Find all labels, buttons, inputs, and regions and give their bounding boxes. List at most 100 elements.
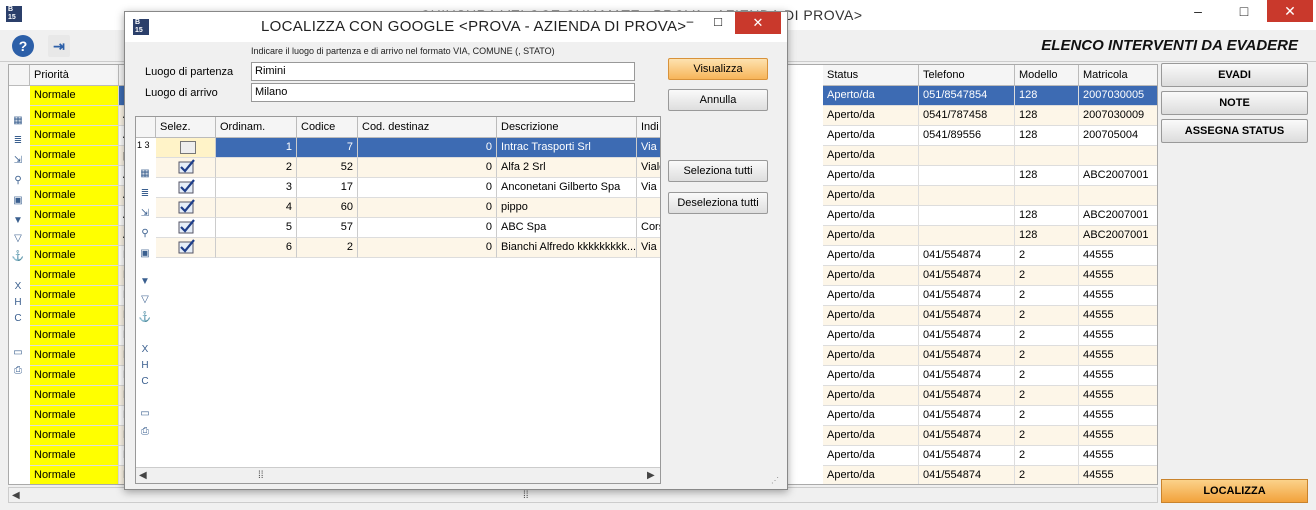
cell-modello[interactable]: 2 <box>1015 446 1079 466</box>
cell-modello[interactable]: 128 <box>1015 86 1079 106</box>
cell-status[interactable]: Aperto/da <box>823 346 919 366</box>
cell-priorita[interactable]: Normale <box>30 86 119 106</box>
cell-status[interactable]: Aperto/da <box>823 106 919 126</box>
cell-priorita[interactable]: Normale <box>30 206 119 226</box>
cell-matricola[interactable]: 44555 <box>1079 266 1157 286</box>
cell-matricola[interactable] <box>1079 186 1157 206</box>
cell-status[interactable]: Aperto/da <box>823 186 919 206</box>
search-icon[interactable]: ⚲ <box>138 228 152 240</box>
cell-telefono[interactable]: 041/554874 <box>919 466 1015 484</box>
cell-coddest[interactable]: 0 <box>358 158 497 178</box>
cell-matricola[interactable]: 44555 <box>1079 386 1157 406</box>
cell-descrizione[interactable]: Alfa 2 Srl <box>497 158 637 178</box>
selez-checkbox[interactable] <box>156 218 216 238</box>
filter-icon[interactable]: ▼ <box>11 215 25 227</box>
cell-codice[interactable]: 2 <box>297 238 358 258</box>
import-icon[interactable]: ⇲ <box>138 208 152 220</box>
export-csv-icon[interactable]: C <box>138 376 152 388</box>
cell-matricola[interactable]: 44555 <box>1079 466 1157 484</box>
cell-modello[interactable]: 128 <box>1015 166 1079 186</box>
visualizza-button[interactable]: Visualizza <box>668 58 768 80</box>
cell-status[interactable]: Aperto/da <box>823 306 919 326</box>
deseleziona-tutti-button[interactable]: Deseleziona tutti <box>668 192 768 214</box>
print-icon[interactable]: ⎙ <box>138 426 152 438</box>
cell-telefono[interactable] <box>919 146 1015 166</box>
col-matricola[interactable]: Matricola <box>1079 65 1157 86</box>
cell-status[interactable]: Aperto/da <box>823 286 919 306</box>
cell-matricola[interactable]: 2007030005 <box>1079 86 1157 106</box>
cell-indirizzo[interactable]: Viale <box>637 158 660 178</box>
cell-status[interactable]: Aperto/da <box>823 386 919 406</box>
annulla-button[interactable]: Annulla <box>668 89 768 111</box>
cell-matricola[interactable]: 2007030009 <box>1079 106 1157 126</box>
selez-checkbox[interactable] <box>156 198 216 218</box>
cell-priorita[interactable]: Normale <box>30 186 119 206</box>
cell-matricola[interactable]: ABC2007001 <box>1079 226 1157 246</box>
cell-status[interactable]: Aperto/da <box>823 426 919 446</box>
cell-matricola[interactable]: ABC2007001 <box>1079 206 1157 226</box>
cell-telefono[interactable] <box>919 206 1015 226</box>
evadi-button[interactable]: EVADI <box>1161 63 1308 87</box>
cell-coddest[interactable]: 0 <box>358 138 497 158</box>
help-icon[interactable]: ? <box>12 35 34 57</box>
cell-modello[interactable]: 128 <box>1015 226 1079 246</box>
cell-descrizione[interactable]: Anconetani Gilberto Spa <box>497 178 637 198</box>
cell-telefono[interactable]: 051/8547854 <box>919 86 1015 106</box>
cell-ordinam[interactable]: 1 <box>216 138 297 158</box>
cell-ordinam[interactable]: 5 <box>216 218 297 238</box>
cell-telefono[interactable]: 041/554874 <box>919 386 1015 406</box>
cell-priorita[interactable]: Normale <box>30 426 119 446</box>
dialog-close-button[interactable]: ✕ <box>735 12 781 34</box>
assegna-status-button[interactable]: ASSEGNA STATUS <box>1161 119 1308 143</box>
export-html-icon[interactable]: H <box>11 297 25 309</box>
resize-grip-icon[interactable]: ⋰ <box>771 476 779 485</box>
import-icon[interactable]: ⇲ <box>11 155 25 167</box>
cell-priorita[interactable]: Normale <box>30 406 119 426</box>
cell-modello[interactable]: 2 <box>1015 266 1079 286</box>
cell-modello[interactable]: 128 <box>1015 106 1079 126</box>
cell-status[interactable]: Aperto/da <box>823 406 919 426</box>
cell-status[interactable]: Aperto/da <box>823 326 919 346</box>
cell-modello[interactable] <box>1015 146 1079 166</box>
cell-descrizione[interactable]: Bianchi Alfredo kkkkkkkkk... <box>497 238 637 258</box>
cell-ordinam[interactable]: 4 <box>216 198 297 218</box>
cell-matricola[interactable]: 44555 <box>1079 246 1157 266</box>
cell-codice[interactable]: 7 <box>297 138 358 158</box>
selez-checkbox[interactable] <box>156 158 216 178</box>
col-modello[interactable]: Modello <box>1015 65 1079 86</box>
dialog-restore-icon[interactable]: – <box>680 14 700 32</box>
cell-modello[interactable]: 128 <box>1015 206 1079 226</box>
col-codice[interactable]: Codice <box>297 117 358 138</box>
col-telefono[interactable]: Telefono <box>919 65 1015 86</box>
anchor-icon[interactable]: ⚓ <box>138 312 152 324</box>
scroll-grip-icon[interactable]: ⁞⁞ <box>523 490 529 501</box>
cell-modello[interactable]: 2 <box>1015 346 1079 366</box>
cell-priorita[interactable]: Normale <box>30 246 119 266</box>
cell-codice[interactable]: 52 <box>297 158 358 178</box>
arrivo-input[interactable]: Milano <box>251 83 635 102</box>
cell-telefono[interactable]: 041/554874 <box>919 306 1015 326</box>
col-selez[interactable]: Selez. <box>156 117 216 138</box>
cell-telefono[interactable]: 0541/89556 <box>919 126 1015 146</box>
minimize-button[interactable]: – <box>1175 0 1221 22</box>
col-ordinam[interactable]: Ordinam. <box>216 117 297 138</box>
cell-priorita[interactable]: Normale <box>30 306 119 326</box>
cell-status[interactable]: Aperto/da <box>823 206 919 226</box>
monitor-icon[interactable]: ▭ <box>11 347 25 359</box>
destinazioni-grid[interactable]: Selez. Ordinam. Codice Cod. destinaz Des… <box>135 116 661 484</box>
anchor-icon[interactable]: ⚓ <box>11 251 25 263</box>
cell-matricola[interactable]: 44555 <box>1079 406 1157 426</box>
cell-indirizzo[interactable]: Via E <box>637 138 660 158</box>
cell-telefono[interactable]: 041/554874 <box>919 346 1015 366</box>
cell-modello[interactable]: 128 <box>1015 126 1079 146</box>
cell-status[interactable]: Aperto/da <box>823 246 919 266</box>
cell-priorita[interactable]: Normale <box>30 266 119 286</box>
cell-priorita[interactable]: Normale <box>30 366 119 386</box>
selez-checkbox[interactable] <box>156 178 216 198</box>
cell-matricola[interactable]: 44555 <box>1079 346 1157 366</box>
cell-telefono[interactable] <box>919 226 1015 246</box>
export-csv-icon[interactable]: C <box>11 313 25 325</box>
cell-status[interactable]: Aperto/da <box>823 166 919 186</box>
close-button[interactable]: ✕ <box>1267 0 1313 22</box>
exit-icon[interactable]: ⇥ <box>48 35 70 57</box>
